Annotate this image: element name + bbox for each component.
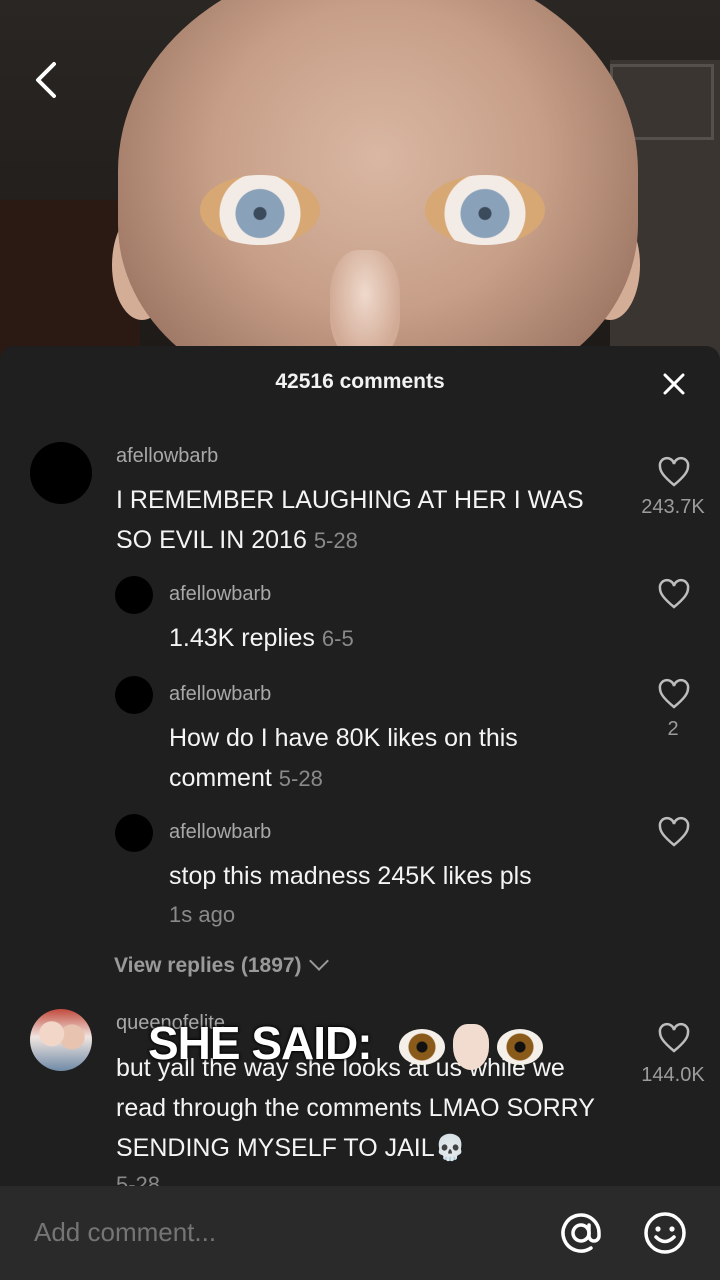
nose-emoji-icon	[453, 1023, 490, 1070]
reply-text: 1.43K replies 6-5	[169, 618, 609, 659]
heart-outline-icon[interactable]	[657, 578, 691, 612]
skull-emoji-icon: 💀	[434, 1134, 466, 1162]
eye-emoji-icon	[399, 1028, 446, 1065]
comment-body: but yall the way she looks at us while w…	[116, 1054, 595, 1162]
heart-outline-icon[interactable]	[657, 1022, 691, 1056]
heart-outline-icon[interactable]	[657, 816, 691, 850]
close-icon[interactable]	[658, 368, 690, 400]
chevron-left-icon[interactable]	[28, 58, 68, 102]
view-replies-button[interactable]: View replies (1897)	[114, 951, 329, 978]
chevron-down-icon	[308, 951, 329, 971]
comment-username[interactable]: afellowbarb	[116, 445, 218, 468]
reply-date: 5-28	[278, 766, 323, 791]
reply-text: How do I have 80K likes on this comment …	[169, 718, 609, 799]
face-eye	[425, 175, 545, 245]
comments-sheet: 42516 comments afellowbarb I REMEMBER LA…	[0, 346, 720, 1280]
heart-outline-icon[interactable]	[657, 678, 691, 712]
view-replies-label: View replies (1897)	[114, 954, 302, 977]
like-count: 2	[667, 718, 679, 740]
smile-icon[interactable]	[642, 1210, 688, 1256]
reply-username[interactable]: afellowbarb	[169, 683, 271, 706]
comment-count-title: 42516 comments	[275, 370, 445, 393]
reply-username[interactable]: afellowbarb	[169, 821, 271, 844]
add-comment-input[interactable]	[32, 1216, 516, 1249]
face-nose	[330, 250, 400, 360]
caption-text: SHE SAID:	[148, 1017, 373, 1069]
avatar[interactable]	[115, 576, 153, 614]
reply-text: stop this madness 245K likes pls	[169, 862, 532, 890]
like-count: 243.7K	[641, 496, 705, 518]
reply-date: 6-5	[321, 626, 354, 651]
avatar[interactable]	[115, 814, 153, 852]
eye-emoji-icon	[497, 1028, 544, 1065]
comment-input-bar	[0, 1186, 720, 1280]
avatar[interactable]	[30, 442, 92, 504]
like-count: 144.0K	[641, 1064, 705, 1086]
comment-text: I REMEMBER LAUGHING AT HER I WAS SO EVIL…	[116, 480, 626, 561]
heart-outline-icon[interactable]	[657, 456, 691, 490]
reply-date: 1s ago	[169, 902, 236, 927]
at-icon[interactable]	[558, 1210, 604, 1256]
avatar[interactable]	[30, 1009, 92, 1071]
face-eye	[200, 175, 320, 245]
avatar[interactable]	[115, 676, 153, 714]
comment-date: 5-28	[313, 528, 358, 553]
reply-username[interactable]: afellowbarb	[169, 583, 271, 606]
reply-body: How do I have 80K likes on this comment	[169, 724, 518, 792]
video-background	[0, 0, 720, 360]
video-caption-overlay: SHE SAID:	[148, 1016, 544, 1070]
reply-body: 1.43K replies	[169, 624, 315, 652]
